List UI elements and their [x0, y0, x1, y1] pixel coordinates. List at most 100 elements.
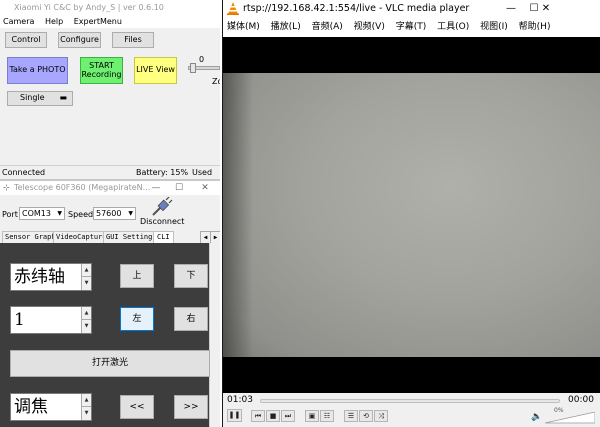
volume-slider[interactable] [545, 412, 595, 424]
focus-spin[interactable]: ▲ ▼ [81, 394, 91, 420]
disconnect-button[interactable]: Disconnect [140, 195, 184, 229]
telescope-window: ⊹ Telescope 60F360 (MegapirateN... — ☐ ✕… [0, 181, 220, 427]
axis-select[interactable]: 赤纬轴 ▲ ▼ [10, 263, 92, 291]
previous-icon[interactable]: ⏮ [251, 410, 265, 422]
extended-settings-icon[interactable]: ☷ [320, 410, 334, 422]
fullscreen-icon[interactable]: ▣ [305, 410, 319, 422]
focus-select[interactable]: 调焦 ▲ ▼ [10, 393, 92, 421]
vlc-time-total: 00:00 [568, 395, 594, 405]
spin-up-icon[interactable]: ▲ [82, 307, 91, 320]
menu-camera[interactable]: Camera [3, 17, 34, 26]
cli-tab-strip: Sensor Graph VideoCapture GUI Settings C… [0, 231, 220, 244]
stop-icon[interactable]: ■ [266, 410, 280, 422]
xiaomi-titlebar: Xiaomi Yi C&C by Andy_S | ver 0.6.10 [0, 0, 220, 15]
speaker-icon[interactable]: 🔈 [531, 412, 542, 422]
video-area[interactable] [223, 37, 600, 393]
vlc-menu-video[interactable]: 视频(V) [354, 22, 385, 32]
vlc-menu-audio[interactable]: 音频(A) [312, 22, 343, 32]
focus-select-value: 调焦 [14, 397, 48, 417]
loop-icon[interactable]: ⟲ [359, 410, 373, 422]
tab-control[interactable]: Control [5, 32, 47, 48]
port-select-value: COM13 [22, 209, 51, 218]
focus-forward-button[interactable]: >> [174, 395, 208, 419]
take-photo-button[interactable]: Take a PHOTO [7, 57, 68, 84]
step-input[interactable]: 1 ▲ ▼ [10, 306, 92, 334]
left-button[interactable]: 左 [120, 307, 154, 331]
vlc-menu-view[interactable]: 视图(I) [480, 22, 508, 32]
vlc-seek-bar[interactable] [260, 399, 560, 403]
port-select[interactable]: COM13 ▼ [19, 207, 65, 220]
mode-select-value: Single [20, 93, 45, 103]
status-used: Used 1. [192, 168, 213, 177]
vlc-menu-help[interactable]: 帮助(H) [519, 22, 551, 32]
mode-select[interactable]: Single ▬ [7, 91, 73, 106]
menu-help[interactable]: Help [45, 17, 63, 26]
start-recording-button[interactable]: START Recording [80, 57, 123, 84]
vlc-title: rtsp://192.168.42.1:554/live - VLC media… [243, 3, 470, 14]
zoom-value: 0 [199, 55, 205, 64]
tab-configure[interactable]: Configure [58, 32, 101, 48]
speed-select[interactable]: 57600 ▼ [93, 207, 136, 220]
right-button[interactable]: 右 [174, 307, 208, 331]
vlc-menu-subtitle[interactable]: 字幕(T) [396, 22, 427, 32]
window-title: Xiaomi Yi C&C by Andy_S | ver 0.6.10 [14, 3, 164, 12]
step-input-value: 1 [14, 310, 25, 330]
telescope-app-icon: ⊹ [3, 183, 10, 192]
live-view-button[interactable]: LIVE View [134, 57, 177, 84]
vlc-menu-playback[interactable]: 播放(L) [271, 22, 301, 32]
tab-video-capture[interactable]: VideoCapture [53, 231, 110, 243]
up-button[interactable]: 上 [120, 264, 154, 288]
close-icon[interactable]: ✕ [194, 181, 216, 196]
status-connection: Connected [2, 168, 46, 177]
spin-down-icon[interactable]: ▼ [82, 320, 91, 333]
vlc-window: rtsp://192.168.42.1:554/live - VLC media… [222, 0, 600, 427]
vlc-cone-icon [227, 2, 239, 15]
status-bar: Connected Battery: 15% Used 1. [0, 165, 220, 179]
vlc-time-elapsed: 01:03 [227, 395, 253, 405]
vlc-menubar: 媒体(M) 播放(L) 音频(A) 视频(V) 字幕(T) 工具(O) 视图(I… [223, 17, 600, 37]
zoom-label: Zo [212, 77, 220, 86]
xiaomi-menubar: Camera Help ExpertMenu [0, 15, 220, 28]
axis-spin[interactable]: ▲ ▼ [81, 264, 91, 290]
plug-icon [152, 196, 173, 216]
spin-down-icon[interactable]: ▼ [82, 407, 91, 420]
tab-cli[interactable]: CLI [153, 231, 174, 243]
video-frame-darkedge [223, 73, 253, 357]
status-battery: Battery: 15% [136, 168, 189, 177]
shuffle-icon[interactable]: ⤨ [374, 410, 388, 422]
down-button[interactable]: 下 [174, 264, 208, 288]
chevron-down-icon: ▼ [128, 210, 133, 217]
spin-down-icon[interactable]: ▼ [82, 277, 91, 290]
spin-up-icon[interactable]: ▲ [82, 394, 91, 407]
menu-expertmenu[interactable]: ExpertMenu [74, 17, 122, 26]
maximize-icon[interactable]: ☐ [168, 181, 190, 196]
port-label: Port [2, 210, 18, 219]
xiaomi-window: Xiaomi Yi C&C by Andy_S | ver 0.6.10 Cam… [0, 0, 220, 179]
tab-sensor-graph[interactable]: Sensor Graph [2, 231, 59, 243]
focus-back-button[interactable]: << [120, 395, 154, 419]
speed-label: Speed [68, 210, 94, 219]
vlc-menu-tools[interactable]: 工具(O) [437, 22, 469, 32]
next-icon[interactable]: ⏭ [281, 410, 295, 422]
vlc-titlebar: rtsp://192.168.42.1:554/live - VLC media… [223, 0, 600, 17]
tab-files[interactable]: Files [112, 32, 154, 48]
tab-gui-settings[interactable]: GUI Settings [103, 231, 160, 243]
chevron-down-icon: ▼ [57, 210, 62, 217]
vlc-menu-media[interactable]: 媒体(M) [227, 22, 260, 32]
zoom-slider-thumb[interactable] [190, 63, 196, 73]
video-frame [223, 73, 600, 357]
vlc-minimize-icon[interactable]: — [500, 0, 522, 17]
step-spin[interactable]: ▲ ▼ [81, 307, 91, 333]
dropdown-arrow-icon: ▬ [59, 93, 67, 102]
speed-select-value: 57600 [96, 209, 122, 218]
cli-scrollbar[interactable] [209, 243, 220, 427]
playlist-icon[interactable]: ☰ [344, 410, 358, 422]
spin-up-icon[interactable]: ▲ [82, 264, 91, 277]
telescope-title: Telescope 60F360 (MegapirateN... [14, 183, 151, 192]
minimize-icon[interactable]: — [145, 181, 167, 196]
pause-icon[interactable]: ❚❚ [227, 409, 242, 422]
vlc-close-icon[interactable]: ✕ [535, 0, 557, 17]
laser-button[interactable]: 打开激光 [10, 350, 210, 377]
axis-select-value: 赤纬轴 [14, 267, 65, 287]
disconnect-label: Disconnect [140, 217, 185, 226]
